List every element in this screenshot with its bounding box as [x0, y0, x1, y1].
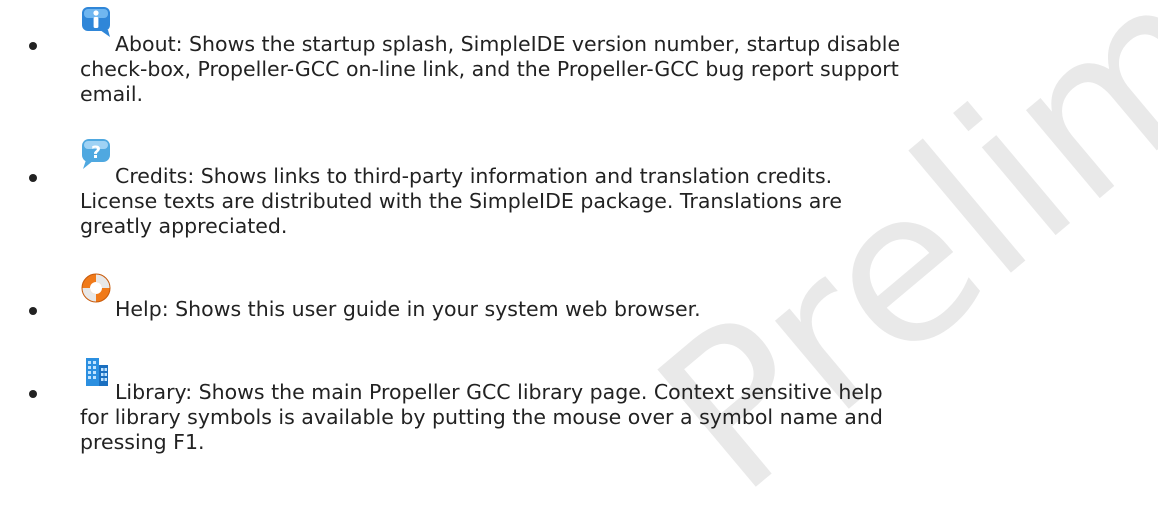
bullet — [29, 42, 37, 50]
text-line: greatly appreciated. — [80, 214, 288, 238]
text-line: Library: Shows the main Propeller GCC li… — [115, 380, 883, 404]
text-line: Credits: Shows links to third-party info… — [115, 164, 833, 188]
svg-text:?: ? — [91, 143, 101, 163]
text-line: pressing F1. — [80, 430, 205, 454]
credits-description: Credits: Shows links to third-party info… — [80, 164, 1140, 239]
text-line: Help: Shows this user guide in your syst… — [115, 297, 701, 321]
bullet — [29, 307, 37, 315]
help-menu-list: About: Shows the startup splash, SimpleI… — [0, 0, 1158, 514]
text-line: License texts are distributed with the S… — [80, 189, 842, 213]
help-description: Help: Shows this user guide in your syst… — [80, 297, 1140, 322]
text-line: for library symbols is available by putt… — [80, 405, 883, 429]
bullet — [29, 390, 37, 398]
text-line: check-box, Propeller-GCC on-line link, a… — [80, 57, 899, 81]
text-line: About: Shows the startup splash, SimpleI… — [115, 32, 901, 56]
text-line: email. — [80, 82, 144, 106]
bullet — [29, 174, 37, 182]
library-description: Library: Shows the main Propeller GCC li… — [80, 380, 1140, 455]
about-description: About: Shows the startup splash, SimpleI… — [80, 32, 1140, 107]
